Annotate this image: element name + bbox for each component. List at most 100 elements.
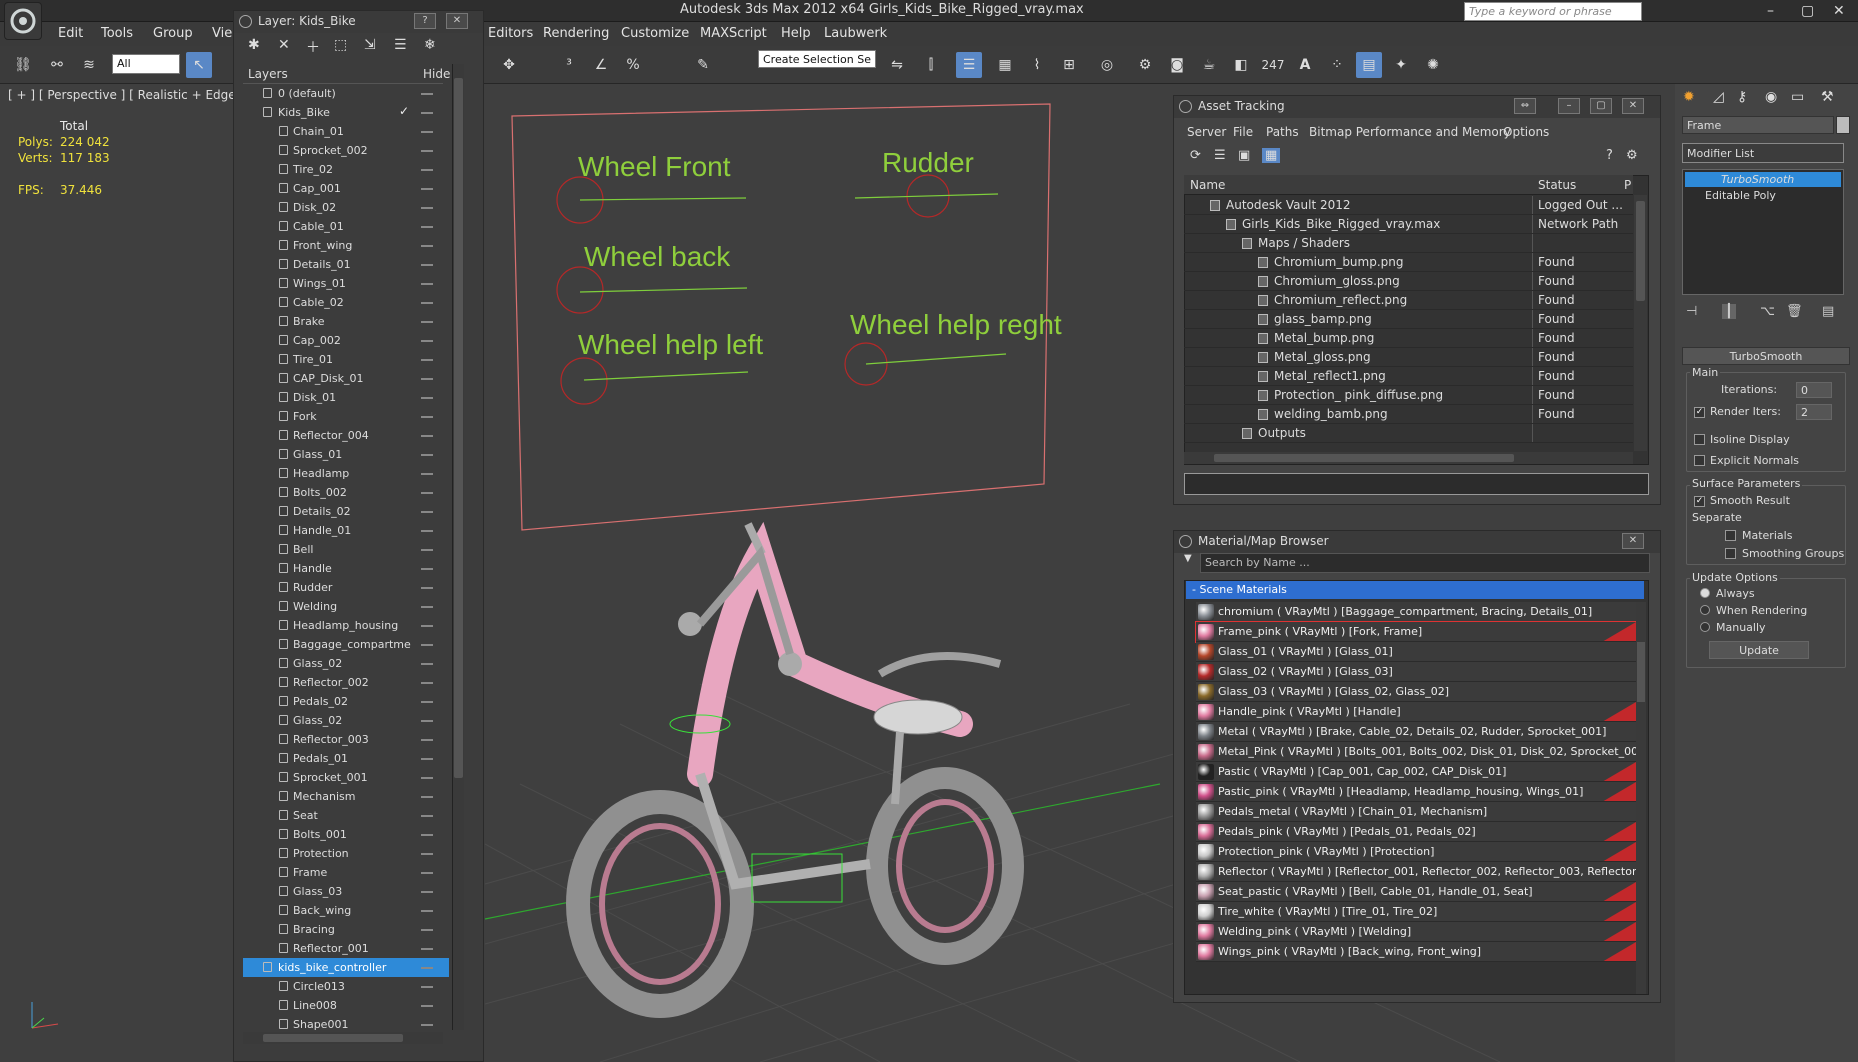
update-button[interactable]: Update [1709, 641, 1809, 659]
material-scrollbar[interactable] [1636, 602, 1646, 994]
hide-toggle[interactable] [421, 739, 433, 741]
layer-object-row[interactable]: Bolts_001 [243, 825, 449, 844]
material-row[interactable]: Tire_white ( VRayMtl ) [Tire_01, Tire_02… [1196, 902, 1636, 922]
selection-filter-dropdown[interactable]: All [112, 54, 180, 74]
menu-rendering[interactable]: Rendering [543, 26, 609, 41]
col-status[interactable]: Status [1538, 178, 1576, 192]
hide-toggle[interactable] [421, 568, 433, 570]
asset-settings-icon[interactable]: ⚙ [1626, 148, 1638, 163]
hide-toggle[interactable] [421, 169, 433, 171]
layer-object-row[interactable]: CAP_Disk_01 [243, 369, 449, 388]
isoline-checkbox[interactable] [1694, 434, 1705, 445]
align-icon[interactable]: ⫿ [918, 52, 944, 78]
edit-named-selection-icon[interactable]: ✎ [690, 52, 716, 78]
material-close-button[interactable]: ✕ [1622, 533, 1644, 549]
layer-object-row[interactable]: Reflector_001 [243, 939, 449, 958]
hide-toggle[interactable] [421, 891, 433, 893]
layer-object-row[interactable]: Rudder [243, 578, 449, 597]
material-row[interactable]: Protection_pink ( VRayMtl ) [Protection] [1196, 842, 1636, 862]
layer-object-row[interactable]: Reflector_003 [243, 730, 449, 749]
layer-object-row[interactable]: Seat [243, 806, 449, 825]
menu-maxscript[interactable]: MAXScript [700, 26, 767, 41]
modifier-list-dropdown[interactable]: Modifier List [1682, 143, 1844, 163]
hide-toggle[interactable] [421, 929, 433, 931]
when-rendering-radio[interactable] [1700, 605, 1710, 615]
configure-sets-icon[interactable]: ▤ [1822, 304, 1834, 319]
menu-views[interactable]: Vie [212, 26, 232, 41]
col-name[interactable]: Name [1190, 178, 1225, 192]
stack-item-turbosmooth[interactable]: TurboSmooth [1685, 172, 1841, 187]
asset-row[interactable]: Autodesk Vault 2012 Logged Out ... [1184, 196, 1633, 215]
render-setup-icon[interactable]: ⚙ [1132, 52, 1158, 78]
layer-object-row[interactable]: Details_02 [243, 502, 449, 521]
asset-path-field[interactable] [1184, 473, 1649, 495]
list-view-icon[interactable]: ☰ [1214, 148, 1226, 163]
hide-toggle[interactable] [421, 302, 433, 304]
layer-object-row[interactable]: Handle_01 [243, 521, 449, 540]
asset-menu-bitmap[interactable]: Bitmap Performance and Memory [1309, 125, 1511, 139]
iterations-spinner[interactable]: 0 [1796, 382, 1832, 398]
hide-toggle[interactable] [421, 1024, 433, 1026]
material-row[interactable]: Seat_pastic ( VRayMtl ) [Bell, Cable_01,… [1196, 882, 1636, 902]
layer-object-row[interactable]: Mechanism [243, 787, 449, 806]
layer-object-row[interactable]: Circle013 [243, 977, 449, 996]
layer-object-row[interactable]: Line008 [243, 996, 449, 1015]
layer-object-row[interactable]: Details_01 [243, 255, 449, 274]
asset-row[interactable]: glass_bamp.png Found [1184, 310, 1633, 329]
hide-toggle[interactable] [421, 986, 433, 988]
layer-object-row[interactable]: Back_wing [243, 901, 449, 920]
layer-object-row[interactable]: Tire_01 [243, 350, 449, 369]
material-row[interactable]: Handle_pink ( VRayMtl ) [Handle] [1196, 702, 1636, 722]
snaps-toggle-icon[interactable]: ³ [556, 52, 582, 78]
hide-toggle[interactable] [421, 910, 433, 912]
hide-all-icon[interactable]: ☰ [394, 37, 407, 53]
select-move-icon[interactable]: ✥ [496, 52, 522, 78]
hide-toggle[interactable] [421, 340, 433, 342]
mirror-icon[interactable]: ⇋ [884, 52, 910, 78]
material-editor-icon[interactable]: ◎ [1094, 52, 1120, 78]
hide-toggle[interactable] [421, 758, 433, 760]
link-icon[interactable]: ⛓ [10, 52, 36, 78]
layer-object-row[interactable]: Handle [243, 559, 449, 578]
percent-snap-icon[interactable]: % [620, 52, 646, 78]
layer-object-row[interactable]: Glass_01 [243, 445, 449, 464]
layer-object-row[interactable]: Reflector_002 [243, 673, 449, 692]
remove-modifier-icon[interactable]: 🗑 [1786, 304, 1803, 319]
layer-object-row[interactable]: Disk_02 [243, 198, 449, 217]
asset-row[interactable]: Outputs [1184, 424, 1633, 443]
layer-scrollbar[interactable] [452, 64, 464, 1030]
material-row[interactable]: Glass_01 ( VRayMtl ) [Glass_01] [1196, 642, 1636, 662]
col-layers[interactable]: Layers [248, 67, 288, 81]
hide-toggle[interactable] [421, 682, 433, 684]
materials-checkbox[interactable] [1725, 530, 1736, 541]
layer-object-row[interactable]: Sprocket_001 [243, 768, 449, 787]
layer-object-row[interactable]: Cap_002 [243, 331, 449, 350]
menu-tools[interactable]: Tools [101, 26, 133, 41]
hide-toggle[interactable] [421, 1005, 433, 1007]
render-iters-spinner[interactable]: 2 [1796, 404, 1832, 420]
scene-materials-header[interactable]: - Scene Materials [1186, 581, 1644, 599]
hide-toggle[interactable] [421, 777, 433, 779]
layer-hscrollbar[interactable] [243, 1032, 443, 1044]
material-row[interactable]: Pedals_metal ( VRayMtl ) [Chain_01, Mech… [1196, 802, 1636, 822]
layer-default[interactable]: 0 (default) [243, 84, 449, 103]
hide-toggle[interactable] [421, 834, 433, 836]
motion-tab-icon[interactable]: ◉ [1765, 89, 1777, 105]
hide-toggle[interactable] [421, 188, 433, 190]
hide-toggle[interactable] [421, 644, 433, 646]
hide-toggle[interactable] [421, 549, 433, 551]
layer-object-row[interactable]: Frame [243, 863, 449, 882]
hide-toggle[interactable] [421, 435, 433, 437]
layer-object-row[interactable]: Bracing [243, 920, 449, 939]
hide-toggle[interactable] [421, 264, 433, 266]
layer-object-row[interactable]: Bell [243, 540, 449, 559]
menu-help[interactable]: Help [781, 26, 811, 41]
material-row[interactable]: Frame_pink ( VRayMtl ) [Fork, Frame] [1195, 621, 1637, 643]
menu-editors[interactable]: Editors [488, 26, 533, 41]
display-tab-icon[interactable]: ▭ [1791, 89, 1804, 105]
hide-toggle[interactable] [421, 226, 433, 228]
app-menu-button[interactable] [4, 2, 42, 40]
modify-tab-icon[interactable]: ◿ [1713, 89, 1724, 105]
asset-row[interactable]: Metal_bump.png Found [1184, 329, 1633, 348]
hide-toggle[interactable] [421, 150, 433, 152]
